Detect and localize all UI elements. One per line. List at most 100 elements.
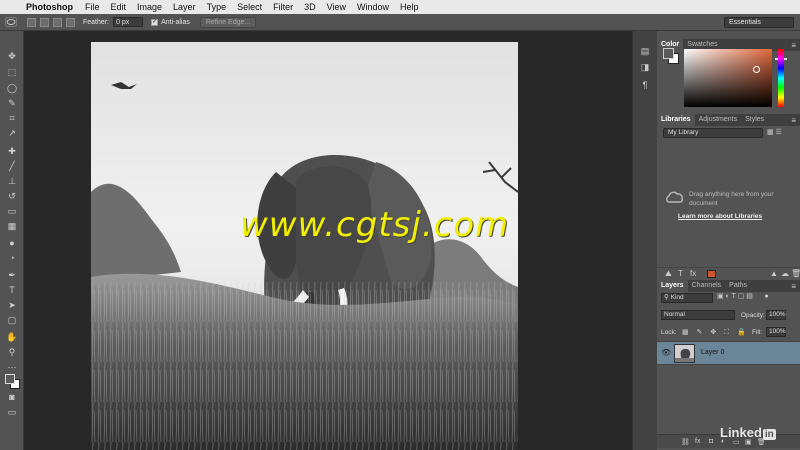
menu-file[interactable]: File [85,2,100,12]
blend-mode-select[interactable]: Normal [661,310,735,320]
zoom-tool-icon[interactable]: ⚲ [6,347,18,357]
document-image[interactable] [91,42,518,450]
blur-tool-icon[interactable]: ● [6,238,18,248]
lock-icons[interactable]: ▦ ✎ ✥ ⛶ 🔒 [682,328,749,337]
menu-window[interactable]: Window [357,2,389,12]
refine-edge-button[interactable]: Refine Edge... [199,16,257,28]
link-layers-icon[interactable]: ⛓ [681,438,690,446]
linkedin-badge: in [762,429,776,440]
watermark-text: www.cgtsj.com [240,205,510,245]
panel-menu-icon[interactable]: ≡ [791,41,796,50]
layer-row[interactable]: 👁 Layer 0 [657,341,800,365]
properties-panel-icon[interactable]: ◨ [639,61,651,73]
hue-slider-handle[interactable] [775,58,787,60]
add-selection-icon[interactable] [40,17,49,27]
tab-adjustments[interactable]: Adjustments [695,114,742,126]
menu-view[interactable]: View [327,2,346,12]
gradient-tool-icon[interactable]: ▦ [6,221,18,231]
layer-style-icon[interactable]: fx [695,438,700,445]
screen-mode-icon[interactable]: ▭ [6,407,18,417]
add-layer-style-icon[interactable]: fx [690,269,696,278]
intersect-selection-icon[interactable] [66,17,75,27]
add-text-style-icon[interactable]: T [678,269,683,278]
healing-brush-icon[interactable]: ✚ [6,146,18,156]
creative-cloud-icon [665,189,685,205]
brush-tool-icon[interactable]: ╱ [6,161,18,171]
new-selection-icon[interactable] [27,17,36,27]
path-select-icon[interactable]: ➤ [6,300,18,310]
sync-status-icon: ☁ [781,269,789,278]
add-graphic-icon[interactable]: ⛰ [665,269,672,279]
menu-image[interactable]: Image [137,2,162,12]
crop-tool-icon[interactable]: ⌗ [6,113,18,123]
hand-tool-icon[interactable]: ✋ [6,332,18,342]
lasso-tool-preset-icon[interactable] [5,17,17,27]
tab-paths[interactable]: Paths [725,280,751,292]
eye-icon[interactable]: 👁 [661,348,671,357]
linkedin-text: Linked [720,425,762,440]
quick-select-tool-icon[interactable]: ✎ [6,98,18,108]
pen-tool-icon[interactable]: ✒ [6,270,18,280]
add-mask-icon[interactable]: ◘ [709,438,713,445]
delete-library-item-icon[interactable]: 🗑 [791,269,800,278]
libraries-footer: ⛰ T fx ▲ ☁ 🗑 [657,267,800,279]
menu-help[interactable]: Help [400,2,419,12]
eraser-tool-icon[interactable]: ▭ [6,206,18,216]
color-picker-ring [753,66,760,73]
kind-label: Kind [670,294,684,301]
eyedropper-tool-icon[interactable]: ↗ [6,128,18,138]
layer-thumbnail [674,344,695,363]
library-empty-message: Drag anything here from your document [689,191,774,207]
type-tool-icon[interactable]: T [6,285,18,295]
adobe-stock-icon[interactable]: ▲ [770,269,778,278]
learn-more-libraries-link[interactable]: Learn more about Libraries [678,213,762,220]
color-picker-field[interactable] [684,49,772,107]
feather-label: Feather: [83,18,110,26]
layers-panel-header: Layers Channels Paths ≡ [657,280,800,292]
menu-edit[interactable]: Edit [111,2,127,12]
tab-channels[interactable]: Channels [688,280,726,292]
tab-styles[interactable]: Styles [741,114,768,126]
fill-label: Fill: [752,329,763,336]
menu-3d[interactable]: 3D [304,2,316,12]
history-brush-icon[interactable]: ↺ [6,191,18,201]
lock-label: Lock: [661,329,677,336]
menu-filter[interactable]: Filter [273,2,293,12]
dodge-tool-icon[interactable]: ◔ [6,253,18,263]
workspace-select[interactable]: Essentials [724,17,794,28]
shape-tool-icon[interactable]: ▢ [6,315,18,325]
right-panels: Color Swatches ≡ Libraries Adjustments S… [657,31,800,450]
menu-photoshop[interactable]: Photoshop [26,2,73,12]
library-select[interactable]: My Library [663,128,763,138]
history-panel-icon[interactable]: ▤ [639,45,651,57]
hue-slider[interactable] [775,49,787,107]
opacity-input[interactable]: 100% [766,310,786,320]
panel-menu-icon[interactable]: ≡ [791,282,796,291]
menu-type[interactable]: Type [207,2,227,12]
antialias-checkbox[interactable]: ✓ [151,18,159,26]
foreground-background-swatch[interactable] [4,373,22,389]
layer-filter-icons[interactable]: ▣ ◐ T ▢ ▤ ● [717,292,769,300]
menu-select[interactable]: Select [237,2,262,12]
add-color-swatch[interactable] [707,270,716,278]
clone-stamp-icon[interactable]: ⊥ [6,176,18,186]
feather-input[interactable]: 0 px [113,17,144,27]
tab-libraries[interactable]: Libraries [657,114,695,126]
tools-panel: ✥ ⬚ ◯ ✎ ⌗ ↗ ✚ ╱ ⊥ ↺ ▭ ▦ ● ◔ ✒ T ➤ ▢ ✋ ⚲ … [0,31,24,450]
layer-filter-kind-select[interactable]: ⚲ Kind [661,293,713,303]
color-swatches[interactable] [663,48,681,66]
more-tools-icon[interactable]: ⋯ [6,362,18,372]
quick-mask-icon[interactable]: ◙ [6,392,18,402]
marquee-tool-icon[interactable]: ⬚ [6,67,18,77]
lasso-tool-icon[interactable]: ◯ [6,83,18,93]
move-tool-icon[interactable]: ✥ [6,51,18,61]
library-view-icons[interactable]: ▦ ☰ [767,128,782,136]
character-panel-icon[interactable]: ¶ [639,79,651,91]
libraries-panel-header: Libraries Adjustments Styles ≡ [657,114,800,126]
panel-menu-icon[interactable]: ≡ [791,116,796,125]
tab-layers[interactable]: Layers [657,280,688,292]
menu-layer[interactable]: Layer [173,2,196,12]
subtract-selection-icon[interactable] [53,17,62,27]
layer-name: Layer 0 [701,349,725,356]
fill-input[interactable]: 100% [766,327,786,337]
